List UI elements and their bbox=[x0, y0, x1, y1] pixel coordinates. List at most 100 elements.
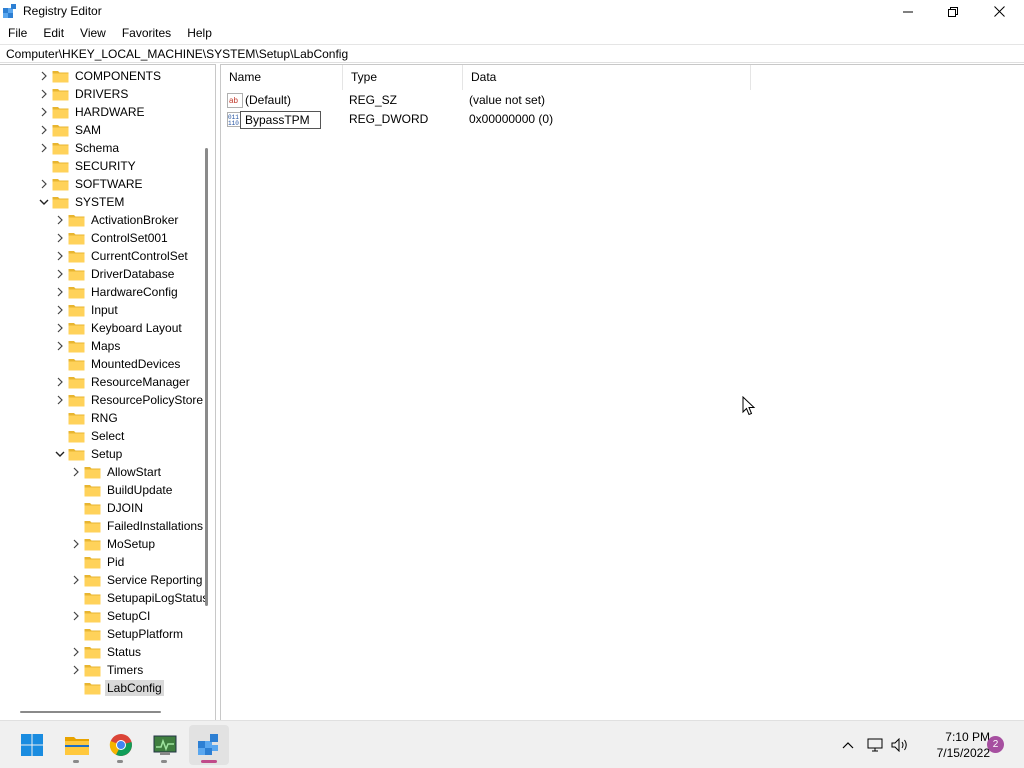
rename-value-input[interactable]: BypassTPM bbox=[240, 111, 321, 129]
tree-item-label: Keyboard Layout bbox=[91, 321, 182, 335]
tree-item[interactable]: HardwareConfig bbox=[52, 283, 180, 301]
taskbar-file-explorer[interactable] bbox=[57, 725, 97, 765]
chevron-right-icon[interactable] bbox=[52, 229, 68, 247]
values-list-pane[interactable]: Name Type Data ab (Default) REG_SZ (valu… bbox=[220, 64, 1024, 720]
tree-item[interactable]: Status bbox=[68, 643, 143, 661]
tree-item[interactable]: SOFTWARE bbox=[36, 175, 145, 193]
minimize-button[interactable] bbox=[885, 0, 931, 23]
tree-vertical-scrollbar[interactable] bbox=[200, 65, 214, 705]
value-row-bypasstpm[interactable]: 011 110 BypassTPM REG_DWORD 0x00000000 (… bbox=[221, 110, 1024, 129]
tree-item[interactable]: ActivationBroker bbox=[52, 211, 180, 229]
tree-item[interactable]: SetupPlatform bbox=[68, 625, 185, 643]
key-tree-pane[interactable]: COMPONENTS DRIVERS HARDWARE SAM Schema SECURI… bbox=[0, 64, 216, 720]
tree-item[interactable]: LabConfig bbox=[68, 679, 164, 697]
chevron-right-icon[interactable] bbox=[52, 373, 68, 391]
tree-item[interactable]: BuildUpdate bbox=[68, 481, 174, 499]
menu-file[interactable]: File bbox=[0, 23, 35, 43]
tree-item[interactable]: COMPONENTS bbox=[36, 67, 163, 85]
tree-item[interactable]: MountedDevices bbox=[52, 355, 182, 373]
start-button[interactable] bbox=[12, 725, 52, 765]
chevron-right-icon[interactable] bbox=[52, 211, 68, 229]
chevron-right-icon[interactable] bbox=[52, 265, 68, 283]
tree-item[interactable]: Setup bbox=[52, 445, 124, 463]
chevron-right-icon[interactable] bbox=[68, 661, 84, 679]
taskbar-task-manager[interactable] bbox=[145, 725, 185, 765]
menu-help[interactable]: Help bbox=[179, 23, 220, 43]
tree-horizontal-scrollbar[interactable] bbox=[0, 705, 214, 719]
show-hidden-icons-button[interactable] bbox=[839, 735, 857, 755]
taskbar-registry-editor[interactable] bbox=[189, 725, 229, 765]
tree-item[interactable]: DJOIN bbox=[68, 499, 145, 517]
chevron-right-icon[interactable] bbox=[68, 571, 84, 589]
chevron-right-icon[interactable] bbox=[52, 391, 68, 409]
chevron-right-icon[interactable] bbox=[68, 607, 84, 625]
chevron-right-icon[interactable] bbox=[52, 337, 68, 355]
tree-item[interactable]: Pid bbox=[68, 553, 126, 571]
tree-item[interactable]: Timers bbox=[68, 661, 145, 679]
column-header-name[interactable]: Name bbox=[221, 65, 343, 90]
close-button[interactable] bbox=[976, 0, 1022, 23]
title-bar[interactable]: Registry Editor bbox=[0, 0, 1024, 23]
chevron-right-icon[interactable] bbox=[68, 463, 84, 481]
tree-item[interactable]: DriverDatabase bbox=[52, 265, 176, 283]
tree-item[interactable]: Service Reporting bbox=[68, 571, 204, 589]
address-bar[interactable]: Computer\HKEY_LOCAL_MACHINE\SYSTEM\Setup… bbox=[0, 44, 1024, 63]
close-icon bbox=[993, 6, 1005, 17]
tree-item-label: Select bbox=[91, 429, 125, 443]
address-path[interactable]: Computer\HKEY_LOCAL_MACHINE\SYSTEM\Setup… bbox=[6, 47, 348, 61]
tree-item[interactable]: MoSetup bbox=[68, 535, 157, 553]
column-header-data[interactable]: Data bbox=[463, 65, 751, 90]
tree-item[interactable]: Schema bbox=[36, 139, 121, 157]
chevron-right-icon[interactable] bbox=[52, 301, 68, 319]
tree-item[interactable]: SetupapiLogStatus bbox=[68, 589, 210, 607]
network-tray-button[interactable] bbox=[866, 735, 884, 755]
tree-item[interactable]: SYSTEM bbox=[36, 193, 126, 211]
tree-item[interactable]: ResourceManager bbox=[52, 373, 192, 391]
tree-item[interactable]: Keyboard Layout bbox=[52, 319, 184, 337]
tree-item[interactable]: Select bbox=[52, 427, 126, 445]
chevron-right-icon[interactable] bbox=[68, 643, 84, 661]
tree-item[interactable]: AllowStart bbox=[68, 463, 163, 481]
menu-favorites[interactable]: Favorites bbox=[114, 23, 179, 43]
chevron-right-icon[interactable] bbox=[52, 319, 68, 337]
folder-icon bbox=[68, 232, 85, 245]
chevron-right-icon[interactable] bbox=[36, 67, 52, 85]
tree-horizontal-scroll-thumb[interactable] bbox=[20, 711, 161, 713]
tree-item[interactable]: SAM bbox=[36, 121, 103, 139]
chevron-down-icon[interactable] bbox=[36, 193, 52, 211]
chevron-right-icon[interactable] bbox=[36, 103, 52, 121]
tree-item[interactable]: HARDWARE bbox=[36, 103, 147, 121]
tree-item[interactable]: SetupCI bbox=[68, 607, 152, 625]
column-header-type[interactable]: Type bbox=[343, 65, 463, 90]
notification-badge[interactable]: 2 bbox=[987, 736, 1004, 753]
restore-button[interactable] bbox=[930, 0, 976, 23]
tree-item[interactable]: ResourcePolicyStore bbox=[52, 391, 205, 409]
taskbar-clock[interactable]: 7:10 PM 7/15/2022 bbox=[910, 729, 990, 761]
tree-item[interactable]: SECURITY bbox=[36, 157, 138, 175]
menu-edit[interactable]: Edit bbox=[35, 23, 72, 43]
chevron-right-icon[interactable] bbox=[68, 535, 84, 553]
chevron-down-icon[interactable] bbox=[52, 445, 68, 463]
tree-item[interactable]: RNG bbox=[52, 409, 120, 427]
tree-item-label: HardwareConfig bbox=[91, 285, 178, 299]
chevron-right-icon[interactable] bbox=[52, 283, 68, 301]
value-row-default[interactable]: ab (Default) REG_SZ (value not set) bbox=[221, 91, 1024, 110]
tree-item[interactable]: ControlSet001 bbox=[52, 229, 170, 247]
tree-item[interactable]: DRIVERS bbox=[36, 85, 130, 103]
chevron-right-icon[interactable] bbox=[36, 139, 52, 157]
tree-item[interactable]: FailedInstallations bbox=[68, 517, 205, 535]
tree-item[interactable]: Maps bbox=[52, 337, 122, 355]
tree-item[interactable]: CurrentControlSet bbox=[52, 247, 190, 265]
volume-tray-button[interactable] bbox=[891, 735, 909, 755]
taskbar-chrome[interactable] bbox=[101, 725, 141, 765]
chevron-right-icon[interactable] bbox=[36, 121, 52, 139]
chevron-right-icon[interactable] bbox=[36, 175, 52, 193]
chevron-right-icon[interactable] bbox=[52, 247, 68, 265]
tree-item[interactable]: Input bbox=[52, 301, 120, 319]
tree-vertical-scroll-thumb[interactable] bbox=[205, 148, 208, 606]
menu-view[interactable]: View bbox=[72, 23, 114, 43]
chevron-right-icon[interactable] bbox=[36, 85, 52, 103]
